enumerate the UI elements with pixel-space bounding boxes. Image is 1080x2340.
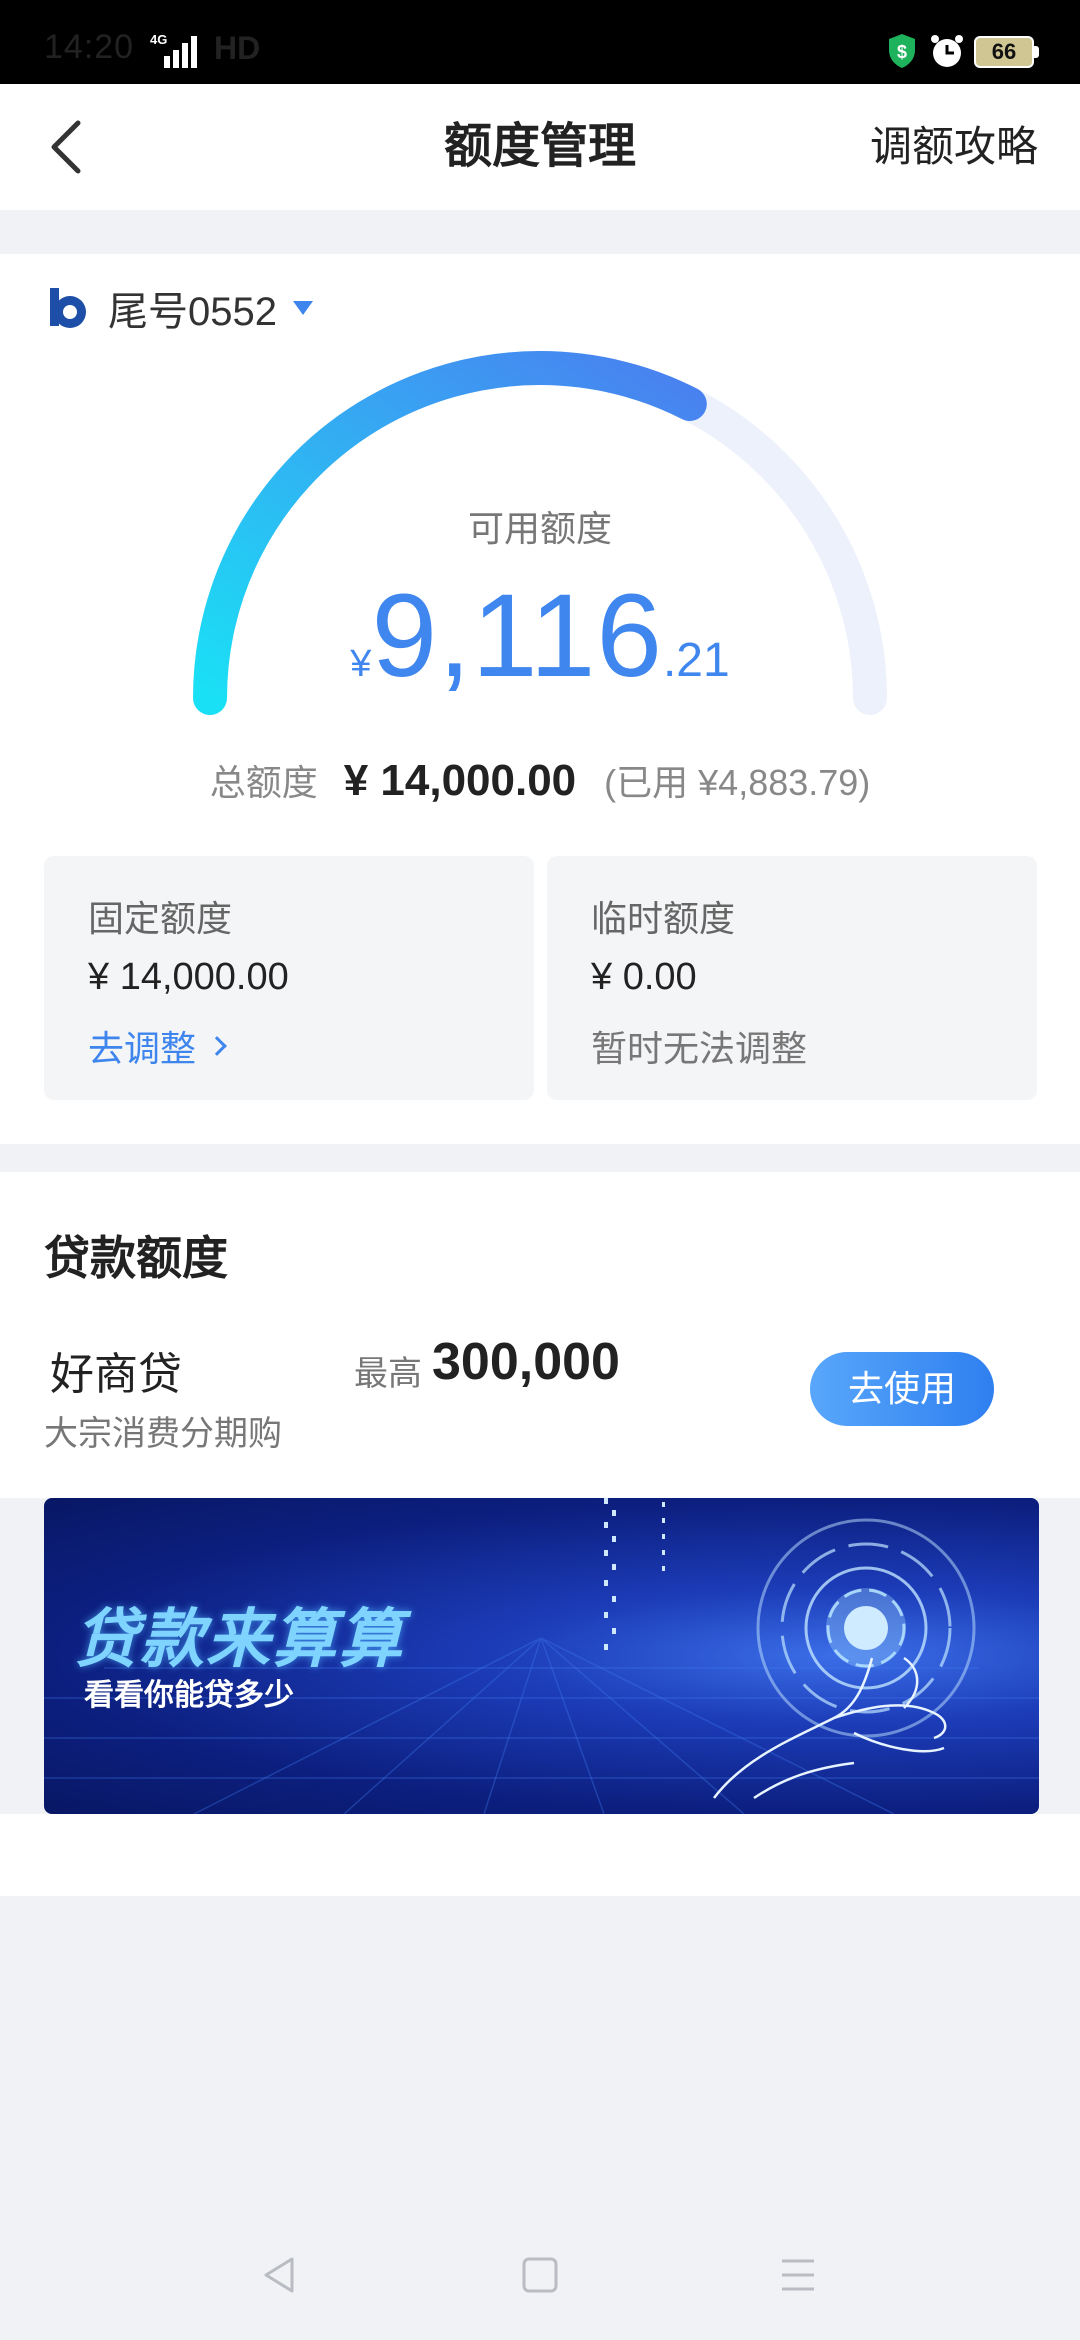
available-integer: 9,116 <box>371 570 663 702</box>
available-amount: ¥9,116.21 <box>0 568 1080 704</box>
nav-home-button[interactable] <box>505 2240 575 2310</box>
adjust-guide-link[interactable]: 调额攻略 <box>870 112 1038 182</box>
nav-menu-button[interactable] <box>763 2240 833 2310</box>
network-type: 4G <box>150 32 167 47</box>
used-amount: (已用 ¥4,883.79) <box>604 762 871 803</box>
temp-credit-status: 暂时无法调整 <box>591 1028 808 1069</box>
adjust-link-label: 去调整 <box>88 1028 197 1069</box>
fixed-credit-title: 固定额度 <box>88 898 233 939</box>
currency-symbol: ¥ <box>350 643 372 685</box>
total-value: ¥ 14,000.00 <box>343 756 577 805</box>
shield-icon: $ <box>886 32 918 75</box>
battery-cap <box>1034 46 1039 58</box>
loan-product-desc: 大宗消费分期购 <box>44 1415 282 1453</box>
alarm-icon <box>928 32 966 75</box>
use-button[interactable]: 去使用 <box>810 1352 994 1426</box>
temp-credit-value: ¥ 0.00 <box>591 956 697 998</box>
total-label: 总额度 <box>209 762 318 803</box>
svg-text:$: $ <box>897 42 907 62</box>
temp-credit-title: 临时额度 <box>591 898 736 939</box>
loan-product-name: 好商贷 <box>50 1350 182 1399</box>
nav-back-button[interactable] <box>245 2240 315 2310</box>
signal-icon: 4G <box>148 32 210 77</box>
status-time: 14:20 <box>44 28 135 66</box>
max-value: 300,000 <box>432 1333 620 1391</box>
fixed-credit-card: 固定额度 ¥ 14,000.00 去调整 <box>44 856 534 1100</box>
battery-icon: 66 <box>974 36 1034 68</box>
banner-title: 贷款来算算 <box>74 1603 404 1675</box>
square-home-icon <box>522 2257 558 2293</box>
temp-credit-card: 临时额度 ¥ 0.00 暂时无法调整 <box>547 856 1037 1100</box>
available-label: 可用额度 <box>467 508 612 549</box>
loan-heading: 贷款额度 <box>44 1232 228 1284</box>
caret-down-icon <box>292 301 313 315</box>
status-hd: HD <box>214 30 261 66</box>
triangle-back-icon <box>264 2257 294 2293</box>
banner-subtitle: 看看你能贷多少 <box>84 1679 294 1712</box>
menu-icon <box>782 2259 814 2291</box>
adjust-link[interactable]: 去调整 <box>88 1020 227 1072</box>
loan-calculator-banner[interactable]: 贷款来算算 看看你能贷多少 <box>44 1498 1039 1814</box>
total-credit-row: 总额度 ¥ 14,000.00 (已用 ¥4,883.79) <box>0 754 1080 806</box>
available-decimal: .21 <box>662 634 730 687</box>
fixed-credit-value: ¥ 14,000.00 <box>88 956 289 998</box>
robot-hand-illustration <box>604 1498 976 1800</box>
bank-logo-icon <box>50 288 86 328</box>
max-label: 最高 <box>354 1355 422 1393</box>
chevron-right-icon <box>207 1036 227 1056</box>
